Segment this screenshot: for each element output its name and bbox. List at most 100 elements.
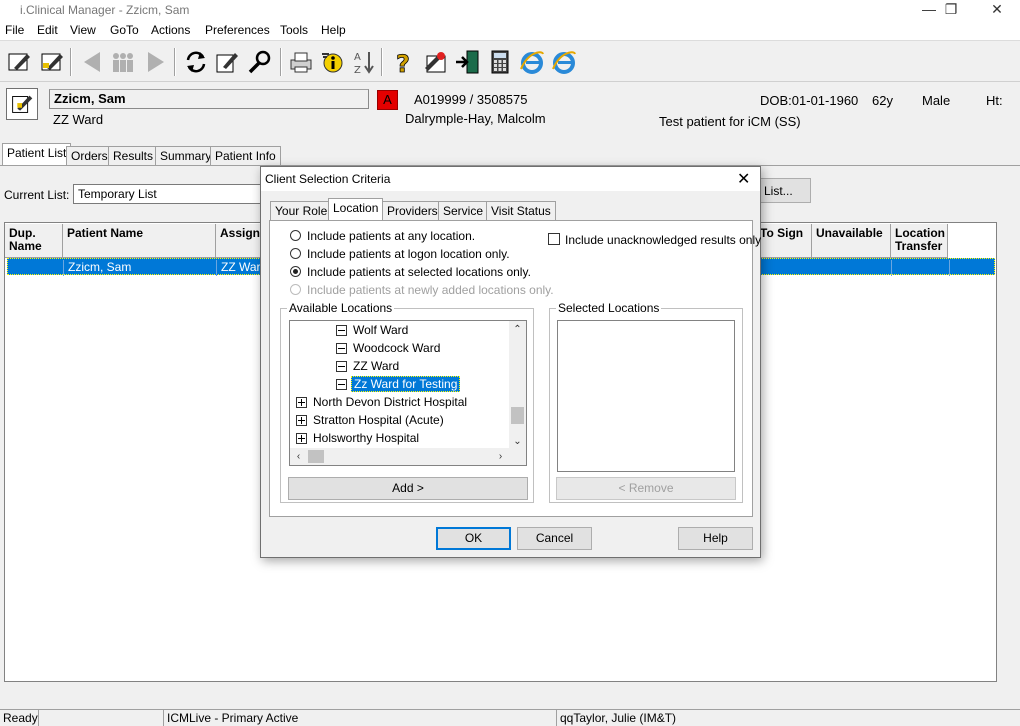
column-to-sign[interactable]: To Sign [756, 224, 812, 258]
search-person-icon[interactable] [246, 48, 274, 76]
svg-text:?: ? [396, 50, 410, 76]
column-patient-name[interactable]: Patient Name [63, 224, 216, 258]
help-button[interactable]: Help [678, 527, 753, 550]
patient-edit-icon[interactable] [5, 48, 33, 76]
scroll-h-thumb[interactable] [308, 450, 324, 463]
menu-goto[interactable]: GoTo [110, 23, 139, 37]
tree-item-zz-ward[interactable]: ZZ Ward [353, 359, 399, 373]
patient-height: Ht: [986, 93, 1003, 108]
tree-item-stratton[interactable]: Stratton Hospital (Acute) [313, 413, 444, 427]
tree-vertical-scrollbar[interactable]: ⌃ ⌄ [509, 321, 526, 450]
browser-alt-icon[interactable] [550, 48, 578, 76]
sort-az-icon[interactable]: AZ [350, 48, 378, 76]
back-arrow-icon[interactable] [78, 48, 106, 76]
available-locations-group: Available Locations Wolf Ward Woodcock W… [280, 301, 534, 503]
tab-summary[interactable]: Summary [155, 146, 217, 165]
notes-edit-icon[interactable] [213, 48, 241, 76]
browser-icon[interactable] [518, 48, 546, 76]
radio-any-location[interactable] [290, 230, 301, 241]
current-list-select[interactable]: Temporary List [73, 184, 273, 204]
tab-service[interactable]: Service [438, 201, 489, 220]
tab-visit-status[interactable]: Visit Status [486, 201, 556, 220]
patient-name: Zzicm, Sam [49, 89, 369, 109]
scroll-thumb[interactable] [511, 407, 524, 424]
info-icon[interactable] [318, 48, 346, 76]
patient-ward: ZZ Ward [53, 112, 104, 127]
status-environment: ICMLive - Primary Active [163, 709, 556, 726]
location-panel: Include patients at any location. Includ… [269, 220, 761, 517]
current-list-label: Current List: [4, 188, 70, 202]
tree-horizontal-scrollbar[interactable]: ‹ › [290, 448, 526, 465]
cancel-button[interactable]: Cancel [517, 527, 592, 550]
tree-item-woodcock-ward[interactable]: Woodcock Ward [353, 341, 440, 355]
unacknowledged-checkbox-label[interactable]: Include unacknowledged results only [565, 233, 761, 247]
forward-arrow-icon[interactable] [142, 48, 170, 76]
tree-item-holsworthy[interactable]: Holsworthy Hospital [313, 431, 419, 445]
tree-expand-icon[interactable] [296, 397, 307, 408]
available-locations-label: Available Locations [287, 301, 395, 315]
patient-ids: A019999 / 3508575 [414, 92, 528, 107]
column-location-transfer[interactable]: Location Transfer [891, 224, 948, 258]
scroll-right-icon[interactable]: › [492, 448, 509, 465]
radio-logon-location[interactable] [290, 248, 301, 259]
menu-tools[interactable]: Tools [280, 23, 308, 37]
column-dup-name[interactable]: Dup. Name [5, 224, 63, 258]
tab-patient-info[interactable]: Patient Info [210, 146, 281, 165]
tab-your-role[interactable]: Your Role [270, 201, 333, 220]
menu-actions[interactable]: Actions [151, 23, 190, 37]
help-question-icon[interactable]: ? [389, 48, 417, 79]
cell-unavailable [813, 260, 892, 276]
selected-locations-group: Selected Locations < Remove [549, 301, 743, 503]
tree-collapse-icon[interactable] [336, 379, 347, 390]
radio-logon-location-label[interactable]: Include patients at logon location only. [307, 247, 510, 261]
unacknowledged-checkbox[interactable] [548, 233, 560, 245]
print-icon[interactable] [287, 48, 315, 76]
tree-item-north-devon[interactable]: North Devon District Hospital [313, 395, 467, 409]
dialog-title: Client Selection Criteria [265, 172, 391, 186]
radio-selected-locations-label[interactable]: Include patients at selected locations o… [307, 265, 531, 279]
status-ready: Ready [0, 709, 38, 726]
patient-age: 62y [872, 93, 893, 108]
people-icon[interactable] [109, 48, 137, 76]
exit-door-icon[interactable] [453, 48, 481, 76]
tree-collapse-icon[interactable] [336, 343, 347, 354]
patient-edit-button[interactable] [6, 88, 38, 120]
restore-icon[interactable]: ❐ [928, 0, 974, 20]
selected-locations-list[interactable] [557, 320, 735, 472]
tree-item-zz-ward-testing[interactable]: Zz Ward for Testing [351, 376, 461, 392]
menu-help[interactable]: Help [321, 23, 346, 37]
tools-icon[interactable] [421, 48, 449, 76]
ok-button[interactable]: OK [436, 527, 511, 550]
available-locations-tree[interactable]: Wolf Ward Woodcock Ward ZZ Ward Zz Ward … [289, 320, 527, 466]
tab-location[interactable]: Location [328, 198, 384, 221]
patient-edit-alt-icon[interactable] [38, 48, 66, 76]
tree-item-wolf-ward[interactable]: Wolf Ward [353, 323, 408, 337]
tree-expand-icon[interactable] [296, 415, 307, 426]
list-button[interactable]: List... [755, 178, 811, 203]
add-button[interactable]: Add > [288, 477, 528, 500]
menu-file[interactable]: File [5, 23, 24, 37]
scroll-up-icon[interactable]: ⌃ [509, 321, 526, 338]
tab-patient-list[interactable]: Patient List [2, 143, 72, 166]
radio-selected-locations[interactable] [290, 266, 301, 277]
scroll-left-icon[interactable]: ‹ [290, 448, 307, 465]
radio-new-locations [290, 284, 301, 295]
menu-preferences[interactable]: Preferences [205, 23, 270, 37]
status-user: qqTaylor, Julie (IM&T) [556, 709, 1020, 726]
tab-orders[interactable]: Orders [66, 146, 113, 165]
menu-edit[interactable]: Edit [37, 23, 58, 37]
tree-expand-icon[interactable] [296, 433, 307, 444]
refresh-icon[interactable] [182, 48, 210, 76]
tree-collapse-icon[interactable] [336, 325, 347, 336]
radio-any-location-label[interactable]: Include patients at any location. [307, 229, 475, 243]
close-icon[interactable]: ✕ [974, 0, 1020, 20]
menu-view[interactable]: View [70, 23, 96, 37]
alert-badge[interactable]: A [377, 90, 398, 110]
dialog-close-icon[interactable]: ✕ [737, 169, 750, 189]
status-bar: Ready ICMLive - Primary Active qqTaylor,… [0, 708, 1020, 726]
calculator-icon[interactable] [486, 48, 514, 76]
column-unavailable[interactable]: Unavailable [812, 224, 891, 258]
tree-collapse-icon[interactable] [336, 361, 347, 372]
tab-results[interactable]: Results [108, 146, 159, 165]
tab-providers[interactable]: Providers [382, 201, 443, 220]
